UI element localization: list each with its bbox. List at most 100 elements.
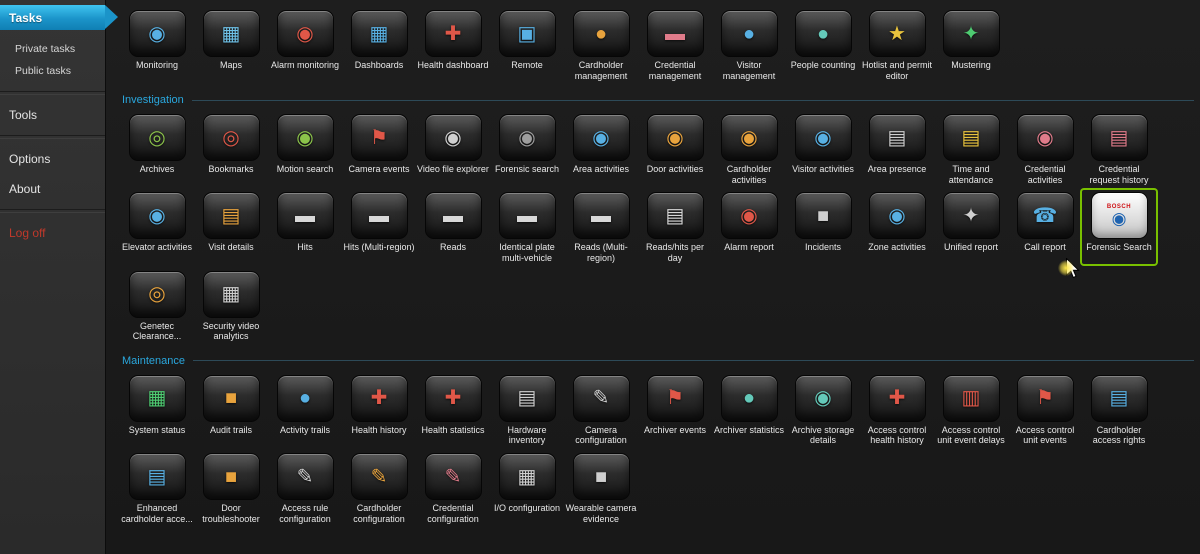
task-tile[interactable]: ▦System status [120,373,194,446]
task-tile[interactable]: ✚Health dashboard [416,8,490,81]
task-tile[interactable]: ◉Archive storage details [786,373,860,446]
task-tile[interactable]: ▬Identical plate multi-vehicle [490,190,564,263]
task-tile[interactable]: ▬Credential management [638,8,712,81]
task-tile[interactable]: ▬Hits [268,190,342,263]
task-tile[interactable]: ✎Access rule configuration [268,451,342,524]
sidebar-divider [0,91,105,95]
task-tile[interactable]: ★Hotlist and permit editor [860,8,934,81]
task-glyph-icon: ✚ [445,24,462,44]
task-tile[interactable]: ●Visitor management [712,8,786,81]
task-glyph-icon: ● [595,24,607,44]
section-header: Investigation [122,94,1194,106]
task-tile[interactable]: ● Cardholder management [564,8,638,81]
task-glyph-icon: ⚑ [370,128,388,148]
task-label: Camera configuration [565,425,637,446]
sidebar-item-logoff[interactable]: Log off [0,218,105,248]
task-icon: ■ [573,453,630,500]
task-tile[interactable]: ◎Archives [120,112,194,185]
task-icon: ▦ [499,453,556,500]
task-tile[interactable]: ▦Dashboards [342,8,416,81]
task-tile[interactable]: ▤Hardware inventory [490,373,564,446]
task-tile[interactable]: ▦I/O configuration [490,451,564,524]
task-tile[interactable]: ◉ Zone activities [860,190,934,263]
task-icon: ▦ [351,10,408,57]
task-tile[interactable]: BOSCH◉Forensic Search [1082,190,1156,263]
task-tile[interactable]: ⚑Camera events [342,112,416,185]
task-tile[interactable]: ◉Forensic search [490,112,564,185]
task-tile[interactable]: ◉Area activities [564,112,638,185]
task-tile[interactable]: ●People counting [786,8,860,81]
task-tile[interactable]: ⚑Access control unit events [1008,373,1082,446]
task-tile[interactable]: ■Incidents [786,190,860,263]
task-tile[interactable]: ▤Area presence [860,112,934,185]
task-tile[interactable]: ✎Credential configuration [416,451,490,524]
task-tile[interactable]: ✦Unified report [934,190,1008,263]
task-icon: ✚ [425,375,482,422]
task-tile[interactable]: ◉Visitor activities [786,112,860,185]
task-icon: ⚑ [1017,375,1074,422]
sidebar-item-about[interactable]: About [0,174,105,204]
task-label: Door troubleshooter [195,503,267,524]
tasks-header-label: Tasks [9,11,42,25]
task-tile[interactable]: ▤Time and attendance [934,112,1008,185]
task-tile[interactable]: ▤Cardholder access rights [1082,373,1156,446]
task-tile[interactable]: ⚑Archiver events [638,373,712,446]
task-tile[interactable]: ✚Health statistics [416,373,490,446]
sidebar-item-options[interactable]: Options [0,144,105,174]
task-tile[interactable]: ●Archiver statistics [712,373,786,446]
task-tile[interactable]: ✚Health history [342,373,416,446]
task-glyph-icon: ◉ [1036,128,1053,148]
task-tile[interactable]: ■Audit trails [194,373,268,446]
task-tile[interactable]: ◉Cardholder activities [712,112,786,185]
task-tile[interactable]: ▦Security video analytics [194,269,268,342]
task-tile[interactable]: ◉Motion search [268,112,342,185]
task-tile[interactable]: ◉Video file explorer [416,112,490,185]
task-glyph-icon: ◉ [148,24,165,44]
task-glyph-icon: ▣ [518,24,537,44]
task-icon: ▤ [647,192,704,239]
task-glyph-icon: ◉ [888,206,905,226]
task-tile[interactable]: ▣Remote [490,8,564,81]
section-rule [193,360,1194,361]
task-tile[interactable]: ●Activity trails [268,373,342,446]
task-label: Zone activities [868,242,926,263]
task-tile[interactable]: ☎Call report [1008,190,1082,263]
task-tile[interactable]: ◉Elevator activities [120,190,194,263]
task-glyph-icon: ◎ [148,128,165,148]
task-tile[interactable]: ✦Mustering [934,8,1008,81]
task-label: Hits [297,242,313,263]
task-tile[interactable]: ▦Maps [194,8,268,81]
task-glyph-icon: ◎ [148,284,165,304]
task-tile[interactable]: ✎Cardholder configuration [342,451,416,524]
task-tile[interactable]: ▤Enhanced cardholder acce... [120,451,194,524]
task-label: Hits (Multi-region) [343,242,414,263]
sidebar-item-public-tasks[interactable]: Public tasks [0,60,105,82]
task-tile[interactable]: ◉Alarm report [712,190,786,263]
task-tile[interactable]: ▤Reads/hits per day [638,190,712,263]
sidebar-item-tasks[interactable]: Tasks [0,5,105,30]
task-tile[interactable]: ◉Credential activities [1008,112,1082,185]
task-tile[interactable]: ■Door troubleshooter [194,451,268,524]
task-tile[interactable]: ✎Camera configuration [564,373,638,446]
task-tile[interactable]: ▥Access control unit event delays [934,373,1008,446]
task-tile[interactable]: ◉Monitoring [120,8,194,81]
task-glyph-icon: ▦ [148,388,167,408]
sidebar-item-private-tasks[interactable]: Private tasks [0,38,105,60]
task-tile[interactable]: ◎Bookmarks [194,112,268,185]
task-tile[interactable]: ◎Genetec Clearance... [120,269,194,342]
task-tile[interactable]: ◉Door activities [638,112,712,185]
task-tile[interactable]: ■Wearable camera evidence [564,451,638,524]
task-tile[interactable]: ▬Reads (Multi-region) [564,190,638,263]
task-tile[interactable]: ▤Credential request history [1082,112,1156,185]
task-label: Cardholder activities [713,164,785,185]
task-glyph-icon: ▤ [962,128,981,148]
task-tile[interactable]: ▤Visit details [194,190,268,263]
task-tile[interactable]: ✚Access control health history [860,373,934,446]
task-tile[interactable]: ▬Hits (Multi-region) [342,190,416,263]
sidebar-item-tools[interactable]: Tools [0,100,105,130]
task-tile[interactable]: ◉Alarm monitoring [268,8,342,81]
task-tile[interactable]: ▬Reads [416,190,490,263]
task-glyph-icon: ◉ [740,206,757,226]
task-label: Cardholder management [565,60,637,81]
task-label: Video file explorer [417,164,489,185]
